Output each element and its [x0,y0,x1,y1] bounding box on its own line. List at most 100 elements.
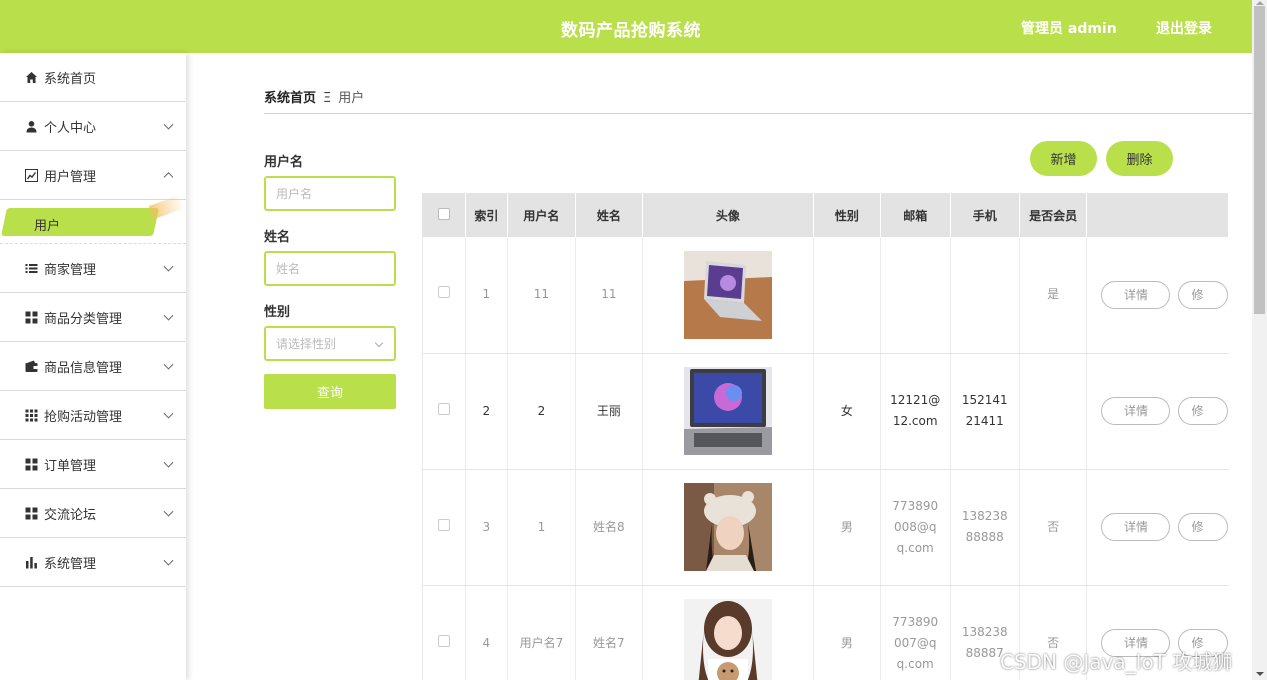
cell-gender: 男 [813,585,881,680]
app-title: 数码产品抢购系统 [561,21,701,41]
breadcrumb: 系统首页 Ξ 用户 [264,87,364,106]
detail-button[interactable]: 详情 [1101,280,1171,309]
column-header: 性别 [813,193,881,237]
actions-header [1086,193,1229,237]
sidebar-item-personal[interactable]: 个人中心 [0,102,186,151]
sidebar-item-categories[interactable]: 商品分类管理 [0,293,186,342]
edit-button[interactable]: 修 [1178,513,1229,541]
cell-actions: 详情修 [1086,237,1229,354]
sidebar-subitem-label: 用户 [34,219,61,234]
sidebar-item-home[interactable]: 系统首页 [0,53,186,102]
table-header-row: 索引 用户名 姓名 头像 性别 邮箱 手机 是否会员 [423,193,1229,237]
chevron-down-icon [163,457,174,468]
portrait-photo [683,483,772,571]
sidebar-item-system[interactable]: 系统管理 [0,538,186,587]
row-checkbox[interactable] [437,402,450,415]
cell-index: 2 [465,353,508,470]
username-input[interactable]: 用户名 [264,176,396,211]
sidebar-item-forum[interactable]: 交流论坛 [0,489,186,538]
cell-member [1019,353,1088,470]
query-button[interactable]: 查询 [264,374,396,409]
scroll-up-arrow-icon[interactable] [1256,1,1264,5]
cell-email: 773890008@qq.com [880,469,951,586]
table-row: 3 1 姓名8 男 773890008@qq.com 13823888888 否… [423,469,1229,586]
row-checkbox[interactable] [437,634,450,647]
edit-button[interactable]: 修 [1178,280,1229,309]
cell-index: 3 [465,469,508,586]
phone-text: 13823888888 [961,509,1008,544]
sidebar-item-label: 商品分类管理 [44,311,123,327]
cell-username: 1 [507,469,576,586]
select-all-checkbox[interactable] [437,207,450,220]
cell-index: 4 [465,585,508,680]
sidebar-item-label: 系统管理 [44,556,97,572]
chevron-down-icon [163,119,174,130]
cell-email [880,237,951,354]
cell-member: 是 [1019,237,1088,354]
row-select-cell [423,353,466,470]
select-all-cell [423,193,466,237]
detail-button[interactable]: 详情 [1101,513,1171,541]
gender-select[interactable]: 请选择性别 [264,326,396,361]
chevron-down-icon [163,555,174,566]
gender-label: 性别 [264,305,291,320]
list-icon [24,261,38,275]
column-header: 姓名 [575,193,643,237]
delete-button[interactable]: 删除 [1106,141,1173,176]
cell-phone [950,237,1020,354]
active-highlight [1,208,159,236]
sidebar-item-orders[interactable]: 订单管理 [0,440,186,489]
grid-icon [24,506,38,520]
chevron-down-icon [163,506,174,517]
sidebar-item-label: 订单管理 [44,458,97,474]
laptop-photo [683,367,772,455]
row-checkbox[interactable] [437,286,450,299]
sidebar-item-flash-sales[interactable]: 抢购活动管理 [0,391,186,440]
column-header: 邮箱 [880,193,951,237]
cell-name: 王丽 [575,353,643,470]
sidebar-item-merchants[interactable]: 商家管理 [0,244,186,293]
sidebar-item-label: 用户管理 [44,169,97,185]
chevron-up-icon [163,172,174,183]
sidebar-item-label: 商家管理 [44,262,97,278]
name-input[interactable]: 姓名 [264,251,396,286]
breadcrumb-current: 用户 [338,91,365,106]
cell-email: 773890007@qq.com [880,585,951,680]
cell-index: 1 [465,237,508,354]
page-scrollbar[interactable] [1252,0,1267,680]
sidebar-item-label: 个人中心 [44,120,97,136]
breadcrumb-home[interactable]: 系统首页 [264,91,316,106]
add-button[interactable]: 新增 [1030,141,1097,176]
column-header: 索引 [465,193,508,237]
chevron-down-icon [374,338,384,348]
sidebar-subitem-user[interactable]: 用户 [0,194,186,244]
chevron-down-icon [163,359,174,370]
username-label: 用户名 [264,155,304,170]
chart-icon [24,168,38,182]
sidebar-item-label: 系统首页 [44,71,97,87]
row-select-cell [423,585,466,680]
scroll-down-arrow-icon[interactable] [1256,672,1264,676]
sidebar-item-users[interactable]: 用户管理 [0,151,186,200]
cell-gender [813,237,881,354]
chevron-down-icon [163,408,174,419]
cell-actions: 详情修 [1086,469,1229,586]
row-select-cell [423,469,466,586]
cell-name: 姓名7 [575,585,643,680]
admin-label: 管理员 admin [1021,21,1117,37]
phone-text: 15214121411 [961,393,1008,428]
logout-button[interactable]: 退出登录 [1156,18,1212,38]
cell-avatar [642,585,814,680]
cell-avatar [642,237,814,354]
scroll-thumb[interactable] [1254,6,1265,314]
sidebar-item-products[interactable]: 商品信息管理 [0,342,186,391]
gender-select-placeholder: 请选择性别 [276,337,337,351]
edit-button[interactable]: 修 [1178,397,1229,425]
breadcrumb-divider [264,113,1252,114]
wallet-icon [24,359,38,373]
bar-chart-icon [24,555,38,569]
row-checkbox[interactable] [437,518,450,531]
detail-button[interactable]: 详情 [1101,397,1171,425]
email-text: 773890008@qq.com [892,498,939,555]
row-select-cell [423,237,466,354]
